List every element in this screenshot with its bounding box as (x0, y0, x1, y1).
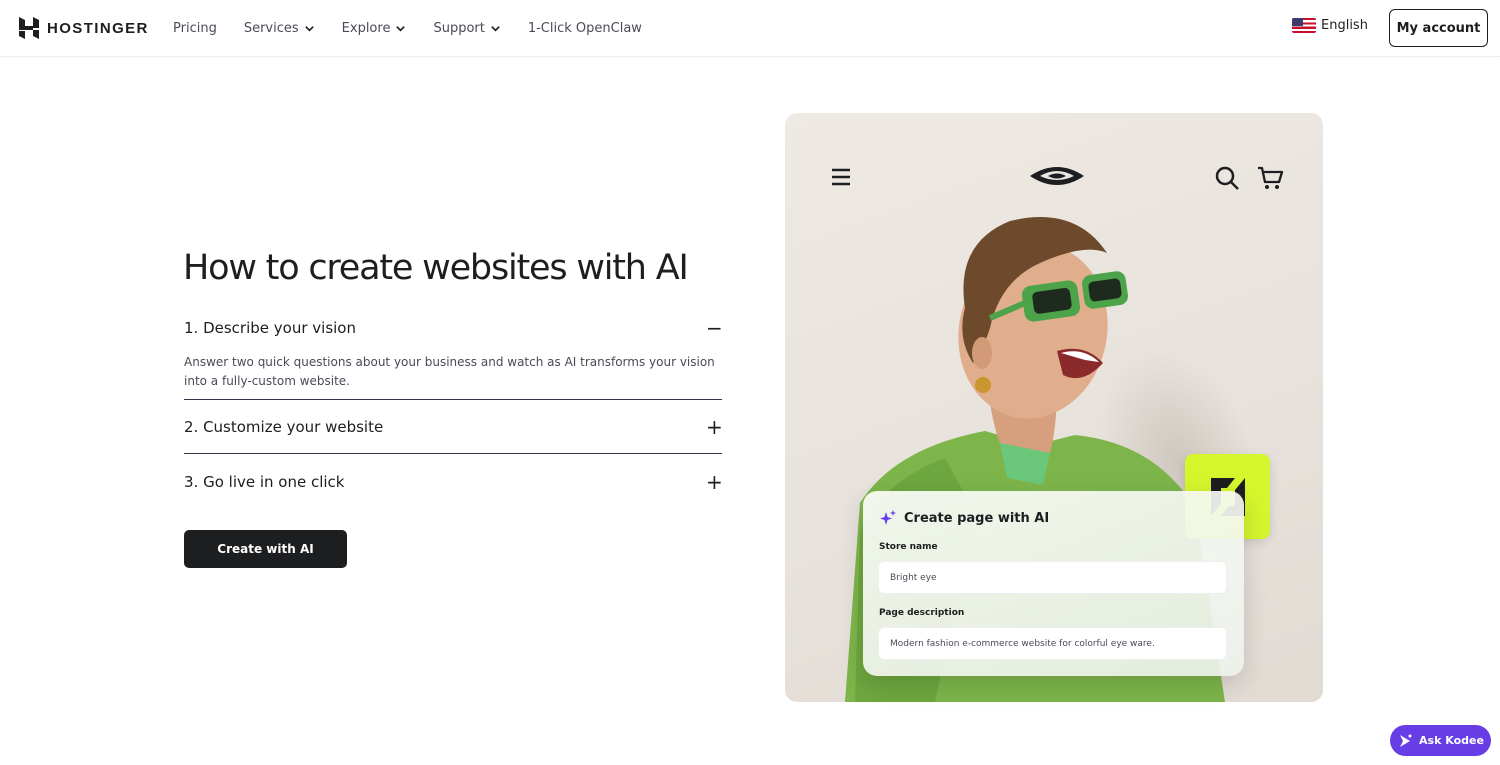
step-1-title: 1. Describe your vision (184, 319, 356, 337)
nav-support-label: Support (433, 21, 485, 36)
nav-support[interactable]: Support (433, 21, 500, 36)
step-3-title: 3. Go live in one click (184, 473, 345, 491)
store-name-input[interactable]: Bright eye (878, 561, 1227, 594)
minus-icon[interactable]: − (706, 318, 723, 338)
plus-icon[interactable]: + (706, 417, 723, 437)
eye-logo-icon (1030, 167, 1084, 185)
accordion-item-1: 1. Describe your vision − Answer two qui… (184, 318, 723, 391)
nav-explore[interactable]: Explore (342, 21, 407, 36)
hostinger-logo[interactable]: HOSTINGER (19, 17, 149, 39)
create-page-ai-card: Create page with AI Store name Bright ey… (863, 491, 1244, 676)
nav-pricing[interactable]: Pricing (173, 21, 217, 36)
page-description-input[interactable]: Modern fashion e-commerce website for co… (878, 627, 1227, 660)
page-description-label: Page description (879, 608, 965, 618)
page-title: How to create websites with AI (183, 248, 689, 288)
ai-card-header: Create page with AI (879, 509, 1049, 527)
accordion-item-3: 3. Go live in one click + (184, 472, 723, 492)
plus-icon[interactable]: + (706, 472, 723, 492)
chevron-down-icon (396, 26, 406, 32)
store-name-label: Store name (879, 542, 938, 552)
chevron-down-icon (304, 26, 314, 32)
nav-openclaw-label: 1-Click OpenClaw (527, 21, 642, 36)
brand-name: HOSTINGER (47, 19, 149, 37)
nav-pricing-label: Pricing (173, 21, 217, 36)
nav-openclaw[interactable]: 1-Click OpenClaw (528, 21, 642, 36)
language-label: English (1321, 18, 1368, 33)
language-selector[interactable]: English (1292, 18, 1368, 33)
search-icon[interactable] (1214, 165, 1240, 191)
step-1-description: Answer two quick questions about your bu… (184, 355, 715, 388)
nav-services[interactable]: Services (244, 21, 315, 36)
my-account-button[interactable]: My account (1389, 9, 1488, 47)
accordion-header-3[interactable]: 3. Go live in one click + (184, 472, 723, 492)
divider (184, 399, 722, 400)
sparkle-icon (880, 510, 896, 525)
ai-card-title: Create page with AI (904, 510, 1050, 526)
create-with-ai-button[interactable]: Create with AI (184, 530, 347, 568)
us-flag-icon (1292, 18, 1316, 33)
nav-explore-label: Explore (341, 21, 391, 36)
ask-kodee-button[interactable]: Ask Kodee (1390, 725, 1491, 756)
menu-icon[interactable] (830, 167, 852, 187)
accordion-header-2[interactable]: 2. Customize your website + (184, 417, 723, 437)
cart-icon[interactable] (1256, 165, 1284, 191)
main-nav: Pricing Services Explore Support 1-Click… (173, 0, 669, 57)
accordion-item-2: 2. Customize your website + (184, 417, 723, 437)
kodee-icon (1400, 734, 1412, 747)
nav-services-label: Services (243, 21, 299, 36)
accordion-header-1[interactable]: 1. Describe your vision − (184, 318, 723, 338)
chevron-down-icon (491, 26, 500, 32)
ask-kodee-label: Ask Kodee (1419, 734, 1484, 747)
hostinger-logo-icon (19, 17, 39, 39)
top-navigation-bar: HOSTINGER Pricing Services Explore Suppo… (0, 0, 1500, 57)
divider (184, 453, 722, 454)
step-2-title: 2. Customize your website (184, 418, 384, 436)
